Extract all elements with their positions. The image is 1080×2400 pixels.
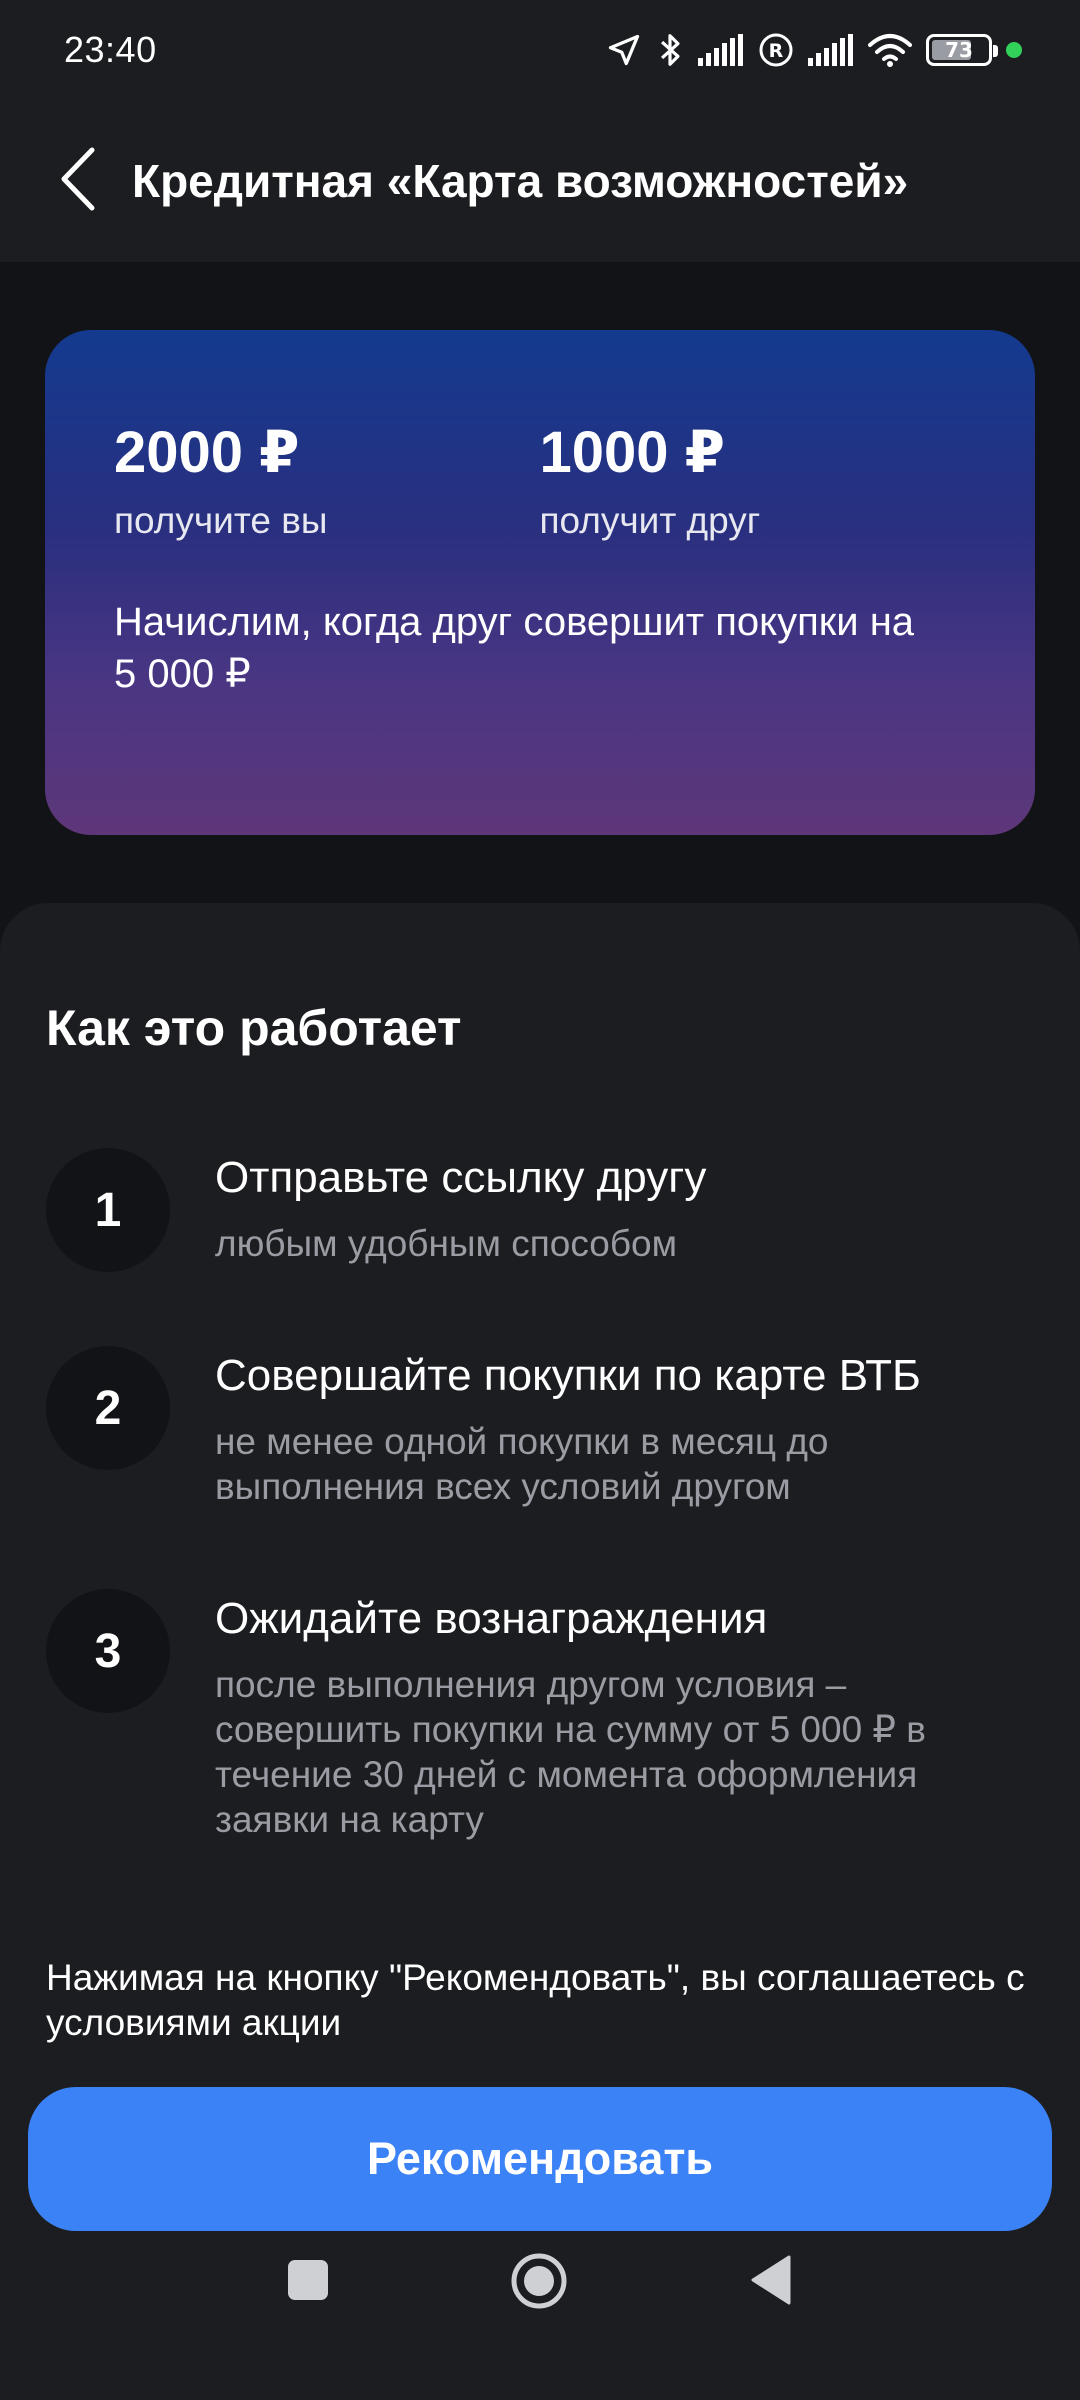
svg-text:R: R [769,40,784,62]
page-title: Кредитная «Карта возможностей» [132,155,909,207]
how-it-works-sheet: Как это работает 1 Отправьте ссылку друг… [0,903,1080,2400]
promo-card: 2000 ₽ получите вы 1000 ₽ получит друг Н… [45,330,1035,835]
battery-level: 73 [945,38,973,62]
signal-icon [698,34,744,66]
screen: 23:40 R 73 Кредитная «Карта возможностей… [0,0,1080,2400]
nav-back-button[interactable] [748,2255,792,2310]
battery-icon: 73 [926,34,998,66]
home-button[interactable] [510,2252,568,2315]
status-bar: 23:40 R 73 [0,0,1080,100]
recommend-button[interactable]: Рекомендовать [28,2087,1052,2231]
step-title: Совершайте покупки по карте ВТБ [215,1351,921,1400]
reward-row: 2000 ₽ получите вы 1000 ₽ получит друг [114,424,965,542]
reward-friend-amount: 1000 ₽ [539,420,726,485]
wifi-icon [868,33,912,67]
step-number: 2 [46,1346,170,1470]
reward-you-amount: 2000 ₽ [114,420,300,485]
step-description: после выполнения другом условия – соверш… [215,1663,926,1841]
promo-note: Начислим, когда друг совершит покупки на… [114,600,915,696]
step-number: 1 [46,1148,170,1272]
reward-friend-caption: получит друг [539,500,761,541]
status-time: 23:40 [64,29,157,70]
signal-icon [808,34,854,66]
system-nav-bar [0,2230,1080,2356]
chevron-left-icon [58,146,98,217]
privacy-indicator-dot [1006,42,1022,58]
step-number: 3 [46,1589,170,1713]
triangle-back-icon [749,2255,791,2310]
step-text: Совершайте покупки по карте ВТБ не менее… [215,1350,1055,1509]
square-icon [287,2259,329,2306]
reward-you: 2000 ₽ получите вы [114,424,540,542]
step-title: Ожидайте вознаграждения [215,1594,768,1643]
header: Кредитная «Карта возможностей» [0,100,1080,262]
section-title: Как это работает [46,1000,462,1056]
location-icon [606,32,642,68]
recents-button[interactable] [286,2259,330,2306]
step-text: Отправьте ссылку другу любым удобным спо… [215,1152,1055,1266]
reward-friend: 1000 ₽ получит друг [540,424,966,542]
reward-you-caption: получите вы [114,500,328,541]
step-text: Ожидайте вознаграждения после выполнения… [215,1593,1055,1842]
step-description: любым удобным способом [215,1222,678,1264]
terms-text: Нажимая на кнопку "Рекомендовать", вы со… [46,1957,1025,2044]
home-circle-icon [510,2252,568,2315]
bluetooth-icon [656,31,684,69]
status-icons: R 73 [606,31,1022,69]
step-description: не менее одной покупки в месяц до выполн… [215,1420,829,1507]
roaming-icon: R [758,32,794,68]
back-button[interactable] [56,146,100,216]
step-title: Отправьте ссылку другу [215,1153,707,1202]
